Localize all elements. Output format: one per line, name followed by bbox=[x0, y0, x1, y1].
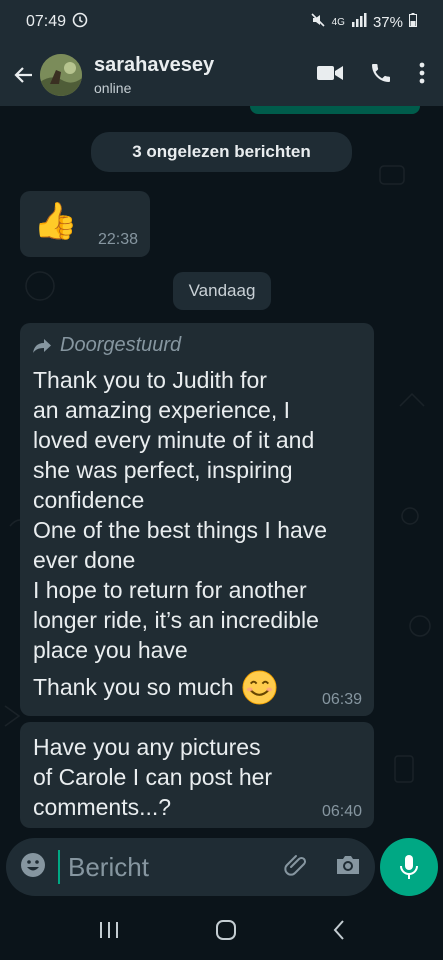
video-camera-icon bbox=[317, 65, 343, 80]
message-line: longer ride, it’s an incredible bbox=[33, 607, 319, 633]
microphone-icon bbox=[400, 855, 418, 879]
avatar[interactable] bbox=[40, 54, 82, 96]
mute-icon bbox=[310, 12, 326, 32]
voice-record-button[interactable] bbox=[380, 838, 438, 896]
recent-apps-icon bbox=[99, 921, 118, 938]
status-time: 07:49 bbox=[26, 13, 67, 30]
message-input[interactable] bbox=[68, 851, 268, 883]
message-line: she was perfect, inspiring bbox=[33, 457, 293, 483]
message-line: Thank you so much bbox=[33, 674, 234, 700]
forward-arrow-icon bbox=[33, 338, 51, 353]
more-options-button[interactable] bbox=[419, 62, 425, 89]
message-emoji: 👍 bbox=[33, 200, 78, 241]
message-line: loved every minute of it and bbox=[33, 427, 315, 453]
battery-icon bbox=[409, 13, 417, 31]
chat-header: sarahavesey online bbox=[0, 44, 443, 106]
message-line: place you have bbox=[33, 637, 188, 663]
emoji-button[interactable] bbox=[20, 852, 46, 883]
smiling-face-icon bbox=[242, 670, 277, 705]
phone-icon bbox=[372, 63, 390, 82]
text-cursor bbox=[58, 850, 60, 884]
attach-button[interactable] bbox=[283, 852, 309, 883]
sync-icon bbox=[72, 12, 88, 33]
message-line: Have you any pictures bbox=[33, 734, 261, 760]
video-call-button[interactable] bbox=[317, 64, 343, 87]
message-bubble[interactable]: 👍 22:38 bbox=[20, 191, 150, 257]
message-time: 22:38 bbox=[97, 231, 138, 248]
home-button[interactable] bbox=[215, 919, 237, 946]
arrow-left-icon bbox=[14, 67, 32, 83]
contact-name: sarahavesey bbox=[94, 54, 215, 76]
message-text: Thank you to Judith for an amazing exper… bbox=[33, 365, 369, 665]
forwarded-label: Doorgestuurd bbox=[32, 334, 181, 357]
paperclip-icon bbox=[284, 854, 307, 876]
message-line: of Carole I can post her bbox=[33, 764, 273, 790]
recent-apps-button[interactable] bbox=[98, 920, 120, 945]
forwarded-message-bubble[interactable]: Doorgestuurd Thank you to Judith for an … bbox=[20, 323, 374, 716]
battery-percent: 37% bbox=[372, 13, 403, 31]
message-time: 06:40 bbox=[321, 803, 362, 820]
signal-icon bbox=[351, 13, 367, 31]
message-line: confidence bbox=[33, 487, 145, 513]
network-label: 4G bbox=[331, 16, 345, 28]
message-line: I hope to return for another bbox=[33, 577, 307, 603]
kebab-menu-icon bbox=[419, 62, 425, 83]
back-button[interactable] bbox=[6, 55, 42, 95]
voice-call-button[interactable] bbox=[369, 61, 393, 90]
emoji-icon bbox=[21, 852, 45, 877]
forwarded-text: Doorgestuurd bbox=[60, 334, 182, 356]
message-time: 06:39 bbox=[321, 691, 362, 708]
chevron-left-icon bbox=[333, 919, 344, 940]
contact-info[interactable]: sarahavesey online bbox=[94, 54, 214, 96]
chat-area[interactable]: 3 ongelezen berichten 👍 22:38 Vandaag Do… bbox=[0, 106, 443, 836]
previous-outgoing-bubble bbox=[250, 106, 420, 114]
unread-messages-banner: 3 ongelezen berichten bbox=[91, 132, 352, 172]
message-line: an amazing experience, I bbox=[33, 397, 290, 423]
message-composer bbox=[6, 838, 375, 896]
message-text: Have you any pictures of Carole I can po… bbox=[33, 732, 369, 822]
message-line: ever done bbox=[33, 547, 136, 573]
message-last-line: Thank you so much bbox=[33, 670, 277, 705]
message-line: One of the best things I have bbox=[33, 517, 328, 543]
system-navigation-bar bbox=[0, 904, 443, 960]
status-bar: 07:49 4G 37% bbox=[0, 0, 443, 44]
camera-icon bbox=[337, 855, 359, 874]
message-bubble[interactable]: Have you any pictures of Carole I can po… bbox=[20, 722, 374, 828]
message-line: Thank you to Judith for bbox=[33, 367, 267, 393]
home-icon bbox=[215, 919, 236, 940]
message-line: comments...? bbox=[33, 794, 172, 820]
system-back-button[interactable] bbox=[332, 919, 346, 946]
presence-status: online bbox=[94, 80, 132, 96]
date-divider: Vandaag bbox=[173, 272, 271, 310]
camera-button[interactable] bbox=[335, 854, 361, 881]
